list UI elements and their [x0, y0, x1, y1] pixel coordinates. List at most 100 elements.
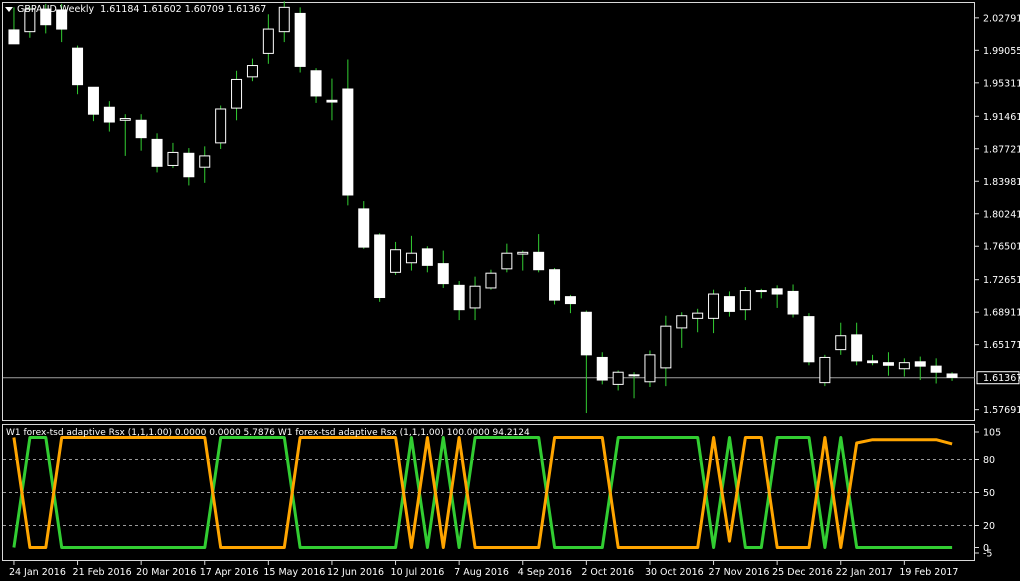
candle-bull — [231, 78, 243, 109]
time-tick-label: 4 Sep 2016 — [518, 567, 572, 578]
candle-bull — [469, 285, 481, 309]
candle-bear — [294, 12, 306, 67]
time-tick-label: 24 Jan 2016 — [9, 567, 66, 578]
candle-bull — [517, 251, 529, 255]
time-tick-label: 22 Jan 2017 — [836, 567, 893, 578]
price-tick-label: 1.99055 — [983, 46, 1020, 57]
candle-bear — [310, 70, 322, 97]
candle-bear — [8, 29, 20, 45]
price-tick-label: 2.02791 — [983, 13, 1020, 24]
current-price-label: 1.61367 — [983, 373, 1020, 384]
candle-bear — [803, 316, 815, 363]
candle-bull — [660, 325, 672, 369]
candles — [8, 1, 958, 414]
candle-bear — [930, 365, 942, 373]
indicator-tick-label: -5 — [983, 549, 992, 560]
time-tick-label: 19 Feb 2017 — [899, 567, 958, 578]
candle-bear — [914, 361, 926, 367]
candle-bull — [501, 252, 513, 270]
indicator-tick-label: 80 — [983, 455, 995, 466]
candle-bull — [278, 6, 290, 33]
indicator-panel — [2, 424, 975, 561]
candle-bear — [851, 334, 863, 362]
candle-bull — [628, 374, 640, 377]
time-tick-label: 27 Nov 2016 — [709, 567, 770, 578]
candle-bear — [421, 248, 433, 266]
candle-bear — [723, 296, 735, 312]
price-tick-label: 1.87721 — [983, 144, 1020, 155]
candle-bear — [358, 208, 370, 248]
indicator-axis: 1058050200-5 — [975, 428, 1001, 560]
candle-bull — [199, 155, 211, 168]
candle-bull — [485, 272, 497, 289]
candle-bear — [755, 290, 767, 293]
price-tick-label: 1.91461 — [983, 112, 1020, 123]
candle-bear — [549, 269, 561, 301]
candle-bear — [135, 119, 147, 139]
candle-bear — [787, 290, 799, 315]
time-tick-label: 30 Oct 2016 — [645, 567, 704, 578]
candle-bull — [167, 151, 179, 166]
candle-bear — [437, 263, 449, 285]
candle-bear — [326, 99, 338, 103]
candle-bear — [867, 360, 879, 364]
candle-bear — [374, 234, 386, 299]
ohlc-values: 1.61184 1.61602 1.60709 1.61367 — [100, 4, 267, 15]
candle-bear — [564, 296, 576, 305]
price-tick-label: 1.68911 — [983, 308, 1020, 319]
candle-bear — [596, 356, 608, 381]
time-tick-label: 2 Oct 2016 — [581, 567, 634, 578]
candle-bull — [819, 356, 831, 384]
time-tick-label: 10 Jul 2016 — [391, 567, 445, 578]
candle-bear — [72, 47, 84, 86]
symbol-label: GBPAUD,Weekly — [17, 4, 95, 15]
candle-bear — [183, 152, 195, 178]
candle-bear — [103, 106, 115, 123]
price-tick-label: 1.80241 — [983, 209, 1020, 220]
indicator-label: W1 forex-tsd adaptive Rsx (1,1,1.00) 0.0… — [6, 428, 530, 438]
price-tick-label: 1.72651 — [983, 275, 1020, 286]
time-tick-label: 25 Dec 2016 — [772, 567, 833, 578]
candle-bull — [692, 312, 704, 319]
price-axis: 2.02791 1.99055 1.95311 1.91461 1.87721 1.839… — [975, 13, 1020, 416]
price-tick-label: 1.65171 — [983, 340, 1020, 351]
time-tick-label: 17 Apr 2016 — [200, 567, 259, 578]
collapse-triangle-icon[interactable] — [5, 7, 13, 12]
candle-bull — [898, 362, 910, 370]
time-tick-label: 15 May 2016 — [263, 567, 325, 578]
time-axis: 24 Jan 2016 21 Feb 2016 20 Mar 2016 17 Apr … — [9, 561, 958, 578]
candle-bull — [246, 65, 258, 78]
time-tick-label: 21 Feb 2016 — [73, 567, 132, 578]
price-tick-label: 1.83981 — [983, 177, 1020, 188]
price-tick-label: 1.76501 — [983, 242, 1020, 253]
price-tick-label: 1.95311 — [983, 78, 1020, 89]
indicator-tick-label: 50 — [983, 488, 995, 499]
candle-bull — [739, 290, 751, 311]
candle-bull — [835, 335, 847, 351]
candle-bear — [342, 88, 354, 196]
candle-bear — [87, 86, 99, 115]
candle-bull — [390, 249, 402, 273]
candle-bull — [676, 315, 688, 329]
time-tick-label: 7 Aug 2016 — [454, 567, 509, 578]
candle-bear — [580, 311, 592, 356]
indicator-tick-label: 20 — [983, 521, 995, 532]
price-tick-label: 1.57691 — [983, 405, 1020, 416]
candle-bull — [708, 293, 720, 319]
candle-bear — [453, 284, 465, 311]
candle-bear — [882, 362, 894, 366]
candle-bull — [262, 28, 274, 54]
indicator-tick-label: 105 — [983, 428, 1001, 439]
candle-bear — [771, 288, 783, 295]
candle-bull — [405, 252, 417, 264]
main-panel — [2, 1, 975, 421]
candle-bull — [119, 118, 131, 121]
time-tick-label: 20 Mar 2016 — [136, 567, 196, 578]
time-tick-label: 12 Jun 2016 — [327, 567, 384, 578]
candle-bull — [612, 371, 624, 385]
candle-bull — [644, 354, 656, 383]
candle-bear — [533, 251, 545, 271]
candle-bear — [151, 138, 163, 167]
chart-canvas: 2.02791 1.99055 1.95311 1.91461 1.87721 1.839… — [2, 1, 1020, 578]
candle-bull — [215, 108, 227, 144]
